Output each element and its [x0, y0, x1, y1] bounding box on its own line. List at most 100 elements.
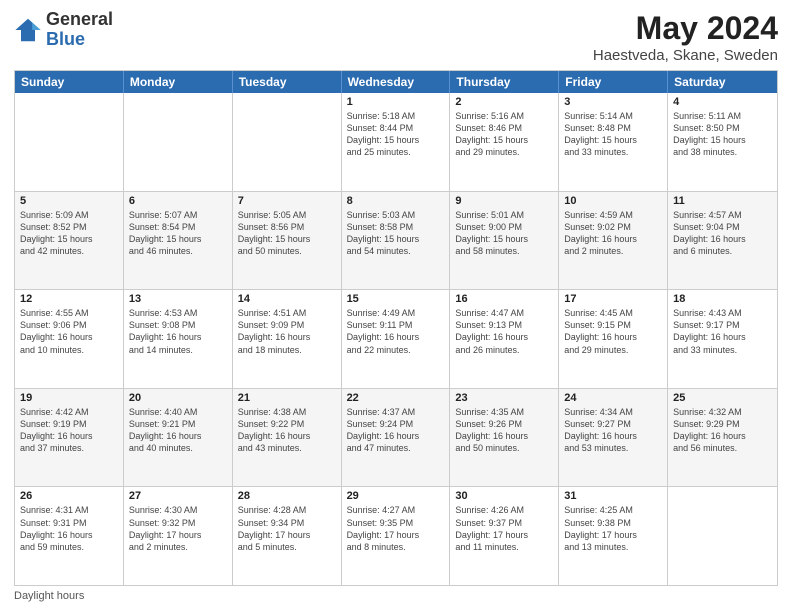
- logo: General Blue: [14, 10, 113, 50]
- calendar-cell: 9Sunrise: 5:01 AM Sunset: 9:00 PM Daylig…: [450, 192, 559, 290]
- cell-date-number: 3: [564, 96, 662, 108]
- calendar-cell: [668, 487, 777, 585]
- cell-info-text: Sunrise: 5:16 AM Sunset: 8:46 PM Dayligh…: [455, 110, 553, 159]
- calendar-cell: 13Sunrise: 4:53 AM Sunset: 9:08 PM Dayli…: [124, 290, 233, 388]
- day-header-sunday: Sunday: [15, 71, 124, 93]
- day-header-thursday: Thursday: [450, 71, 559, 93]
- calendar-week-1: 1 Sunrise: 5:18 AM Sunset: 8:44 PM Daylig…: [15, 93, 777, 192]
- cell-info-text: Sunrise: 4:53 AM Sunset: 9:08 PM Dayligh…: [129, 307, 227, 356]
- day-header-saturday: Saturday: [668, 71, 777, 93]
- location-title: Haestveda, Skane, Sweden: [593, 47, 778, 64]
- cell-info-text: Sunrise: 4:57 AM Sunset: 9:04 PM Dayligh…: [673, 209, 772, 258]
- calendar-week-2: 5Sunrise: 5:09 AM Sunset: 8:52 PM Daylig…: [15, 192, 777, 291]
- calendar-cell: 10 Sunrise: 4:59 AM Sunset: 9:02 PM Dayli…: [559, 192, 668, 290]
- calendar-cell: 4 Sunrise: 5:11 AM Sunset: 8:50 PM Daylig…: [668, 93, 777, 191]
- cell-info-text: Sunrise: 5:07 AM Sunset: 8:54 PM Dayligh…: [129, 209, 227, 258]
- calendar-cell: 19 Sunrise: 4:42 AM Sunset: 9:19 PM Dayli…: [15, 389, 124, 487]
- cell-info-text: Sunrise: 4:26 AM Sunset: 9:37 PM Dayligh…: [455, 504, 553, 553]
- calendar-header-row: SundayMondayTuesdayWednesdayThursdayFrid…: [15, 71, 777, 93]
- cell-date-number: 17: [564, 293, 662, 305]
- calendar-cell: 17 Sunrise: 4:45 AM Sunset: 9:15 PM Dayli…: [559, 290, 668, 388]
- cell-date-number: 19: [20, 392, 118, 404]
- cell-info-text: Sunrise: 5:09 AM Sunset: 8:52 PM Dayligh…: [20, 209, 118, 258]
- cell-date-number: 22: [347, 392, 445, 404]
- cell-info-text: Sunrise: 4:47 AM Sunset: 9:13 PM Dayligh…: [455, 307, 553, 356]
- calendar-cell: 5Sunrise: 5:09 AM Sunset: 8:52 PM Daylig…: [15, 192, 124, 290]
- logo-text: General Blue: [46, 10, 113, 50]
- daylight-hours-label: Daylight hours: [14, 590, 84, 602]
- calendar-cell: 21Sunrise: 4:38 AM Sunset: 9:22 PM Dayli…: [233, 389, 342, 487]
- calendar-cell: 6 Sunrise: 5:07 AM Sunset: 8:54 PM Daylig…: [124, 192, 233, 290]
- cell-info-text: Sunrise: 4:27 AM Sunset: 9:35 PM Dayligh…: [347, 504, 445, 553]
- calendar-cell: 25 Sunrise: 4:32 AM Sunset: 9:29 PM Dayli…: [668, 389, 777, 487]
- calendar: SundayMondayTuesdayWednesdayThursdayFrid…: [14, 70, 778, 586]
- cell-info-text: Sunrise: 5:18 AM Sunset: 8:44 PM Dayligh…: [347, 110, 445, 159]
- calendar-cell: 24Sunrise: 4:34 AM Sunset: 9:27 PM Dayli…: [559, 389, 668, 487]
- cell-date-number: 29: [347, 490, 445, 502]
- cell-date-number: 25: [673, 392, 772, 404]
- calendar-cell: 7 Sunrise: 5:05 AM Sunset: 8:56 PM Daylig…: [233, 192, 342, 290]
- cell-date-number: 28: [238, 490, 336, 502]
- month-title: May 2024: [593, 10, 778, 47]
- page: General Blue May 2024 Haestveda, Skane, …: [0, 0, 792, 612]
- calendar-cell: 16 Sunrise: 4:47 AM Sunset: 9:13 PM Dayli…: [450, 290, 559, 388]
- cell-date-number: 15: [347, 293, 445, 305]
- cell-info-text: Sunrise: 4:51 AM Sunset: 9:09 PM Dayligh…: [238, 307, 336, 356]
- calendar-cell: 20 Sunrise: 4:40 AM Sunset: 9:21 PM Dayli…: [124, 389, 233, 487]
- cell-date-number: 11: [673, 195, 772, 207]
- cell-info-text: Sunrise: 4:32 AM Sunset: 9:29 PM Dayligh…: [673, 406, 772, 455]
- cell-info-text: Sunrise: 4:43 AM Sunset: 9:17 PM Dayligh…: [673, 307, 772, 356]
- footer: Daylight hours: [14, 590, 778, 602]
- calendar-body: 1 Sunrise: 5:18 AM Sunset: 8:44 PM Daylig…: [15, 93, 777, 585]
- calendar-cell: [233, 93, 342, 191]
- calendar-cell: 2 Sunrise: 5:16 AM Sunset: 8:46 PM Daylig…: [450, 93, 559, 191]
- title-block: May 2024 Haestveda, Skane, Sweden: [593, 10, 778, 64]
- calendar-cell: 29 Sunrise: 4:27 AM Sunset: 9:35 PM Dayli…: [342, 487, 451, 585]
- cell-date-number: 20: [129, 392, 227, 404]
- cell-date-number: 23: [455, 392, 553, 404]
- calendar-cell: 28 Sunrise: 4:28 AM Sunset: 9:34 PM Dayli…: [233, 487, 342, 585]
- calendar-cell: 11 Sunrise: 4:57 AM Sunset: 9:04 PM Dayli…: [668, 192, 777, 290]
- calendar-cell: 12Sunrise: 4:55 AM Sunset: 9:06 PM Dayli…: [15, 290, 124, 388]
- cell-date-number: 16: [455, 293, 553, 305]
- day-header-tuesday: Tuesday: [233, 71, 342, 93]
- calendar-week-4: 19 Sunrise: 4:42 AM Sunset: 9:19 PM Dayli…: [15, 389, 777, 488]
- cell-date-number: 1: [347, 96, 445, 108]
- cell-info-text: Sunrise: 4:42 AM Sunset: 9:19 PM Dayligh…: [20, 406, 118, 455]
- cell-info-text: Sunrise: 4:59 AM Sunset: 9:02 PM Dayligh…: [564, 209, 662, 258]
- cell-info-text: Sunrise: 4:38 AM Sunset: 9:22 PM Dayligh…: [238, 406, 336, 455]
- calendar-cell: [15, 93, 124, 191]
- calendar-week-5: 26Sunrise: 4:31 AM Sunset: 9:31 PM Dayli…: [15, 487, 777, 585]
- header: General Blue May 2024 Haestveda, Skane, …: [14, 10, 778, 64]
- calendar-cell: 1 Sunrise: 5:18 AM Sunset: 8:44 PM Daylig…: [342, 93, 451, 191]
- cell-date-number: 6: [129, 195, 227, 207]
- cell-date-number: 18: [673, 293, 772, 305]
- calendar-cell: 15 Sunrise: 4:49 AM Sunset: 9:11 PM Dayli…: [342, 290, 451, 388]
- cell-date-number: 7: [238, 195, 336, 207]
- cell-date-number: 9: [455, 195, 553, 207]
- calendar-cell: 18 Sunrise: 4:43 AM Sunset: 9:17 PM Dayli…: [668, 290, 777, 388]
- calendar-cell: 22 Sunrise: 4:37 AM Sunset: 9:24 PM Dayli…: [342, 389, 451, 487]
- calendar-cell: 31Sunrise: 4:25 AM Sunset: 9:38 PM Dayli…: [559, 487, 668, 585]
- cell-date-number: 24: [564, 392, 662, 404]
- calendar-cell: 14Sunrise: 4:51 AM Sunset: 9:09 PM Dayli…: [233, 290, 342, 388]
- cell-date-number: 2: [455, 96, 553, 108]
- cell-info-text: Sunrise: 4:37 AM Sunset: 9:24 PM Dayligh…: [347, 406, 445, 455]
- cell-info-text: Sunrise: 5:11 AM Sunset: 8:50 PM Dayligh…: [673, 110, 772, 159]
- cell-date-number: 26: [20, 490, 118, 502]
- cell-info-text: Sunrise: 5:05 AM Sunset: 8:56 PM Dayligh…: [238, 209, 336, 258]
- cell-info-text: Sunrise: 4:40 AM Sunset: 9:21 PM Dayligh…: [129, 406, 227, 455]
- cell-info-text: Sunrise: 4:49 AM Sunset: 9:11 PM Dayligh…: [347, 307, 445, 356]
- calendar-cell: 30Sunrise: 4:26 AM Sunset: 9:37 PM Dayli…: [450, 487, 559, 585]
- day-header-wednesday: Wednesday: [342, 71, 451, 93]
- logo-icon: [14, 16, 42, 44]
- cell-info-text: Sunrise: 4:28 AM Sunset: 9:34 PM Dayligh…: [238, 504, 336, 553]
- cell-date-number: 4: [673, 96, 772, 108]
- cell-date-number: 10: [564, 195, 662, 207]
- cell-info-text: Sunrise: 4:45 AM Sunset: 9:15 PM Dayligh…: [564, 307, 662, 356]
- logo-general-label: General: [46, 10, 113, 30]
- logo-blue-label: Blue: [46, 30, 113, 50]
- cell-info-text: Sunrise: 4:25 AM Sunset: 9:38 PM Dayligh…: [564, 504, 662, 553]
- calendar-cell: 3 Sunrise: 5:14 AM Sunset: 8:48 PM Daylig…: [559, 93, 668, 191]
- cell-info-text: Sunrise: 5:14 AM Sunset: 8:48 PM Dayligh…: [564, 110, 662, 159]
